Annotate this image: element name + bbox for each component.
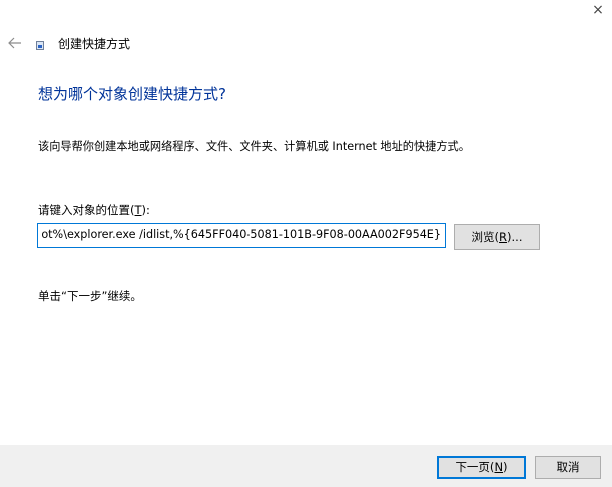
- next-button[interactable]: 下一页(N): [437, 456, 526, 479]
- close-icon[interactable]: ×: [592, 2, 604, 18]
- location-label-text: 请键入对象的位置(: [38, 203, 135, 217]
- description-text: 该向导帮你创建本地或网络程序、文件、文件夹、计算机或 Internet 地址的快…: [38, 140, 470, 153]
- page-heading: 想为哪个对象创建快捷方式?: [38, 85, 226, 103]
- back-button[interactable]: [6, 34, 24, 52]
- browse-access-key: R: [499, 230, 508, 244]
- shortcut-icon: [36, 41, 44, 50]
- location-input-value[interactable]: ot%\explorer.exe /idlist,%{645FF040-5081…: [41, 228, 441, 241]
- browse-label-suffix: )...: [507, 230, 523, 244]
- location-label-access-key: T: [134, 203, 142, 217]
- location-input[interactable]: ot%\explorer.exe /idlist,%{645FF040-5081…: [37, 223, 446, 248]
- hint-text: 单击“下一步”继续。: [38, 289, 142, 303]
- browse-button[interactable]: 浏览(R)...: [454, 224, 540, 250]
- location-label-suffix: ):: [141, 203, 150, 217]
- window-title: 创建快捷方式: [58, 37, 131, 51]
- next-label: 下一页(: [455, 460, 495, 474]
- next-access-key: N: [494, 460, 504, 474]
- next-label-suffix: ): [503, 460, 508, 474]
- cancel-button[interactable]: 取消: [535, 456, 601, 479]
- close-button[interactable]: ×: [584, 0, 612, 22]
- location-label: 请键入对象的位置(T):: [38, 202, 150, 218]
- left-arrow-icon[interactable]: [6, 34, 24, 52]
- browse-label: 浏览(: [471, 230, 500, 244]
